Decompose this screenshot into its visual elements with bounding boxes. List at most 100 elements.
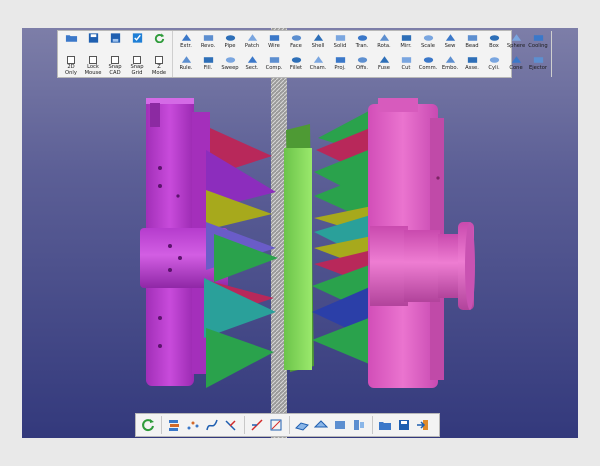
tool-ejector-button[interactable]: Ejector bbox=[527, 54, 549, 76]
cad-viewport-frame[interactable] bbox=[22, 28, 578, 438]
tool-tran-button[interactable]: Tran. bbox=[351, 32, 373, 54]
tool-sect-button[interactable]: Sect. bbox=[241, 54, 263, 76]
tool-fuse-button[interactable]: Fuse bbox=[373, 54, 395, 76]
refresh-button[interactable] bbox=[148, 32, 170, 54]
comm-icon bbox=[423, 57, 433, 63]
asse-icon bbox=[467, 57, 477, 63]
surface-button[interactable] bbox=[293, 416, 310, 434]
tool-offs-button[interactable]: Offs. bbox=[351, 54, 373, 76]
layers-button[interactable] bbox=[165, 416, 182, 434]
cut-icon bbox=[401, 57, 411, 63]
checkbox-lock-mouse[interactable] bbox=[89, 56, 97, 64]
tool-embo-button[interactable]: Embo. bbox=[439, 54, 461, 76]
fill-icon bbox=[203, 57, 213, 63]
rule-icon bbox=[181, 56, 191, 63]
tool-bead-button[interactable]: Bead bbox=[461, 32, 483, 54]
checkbox-snap-grid[interactable] bbox=[133, 56, 141, 64]
save-button[interactable] bbox=[395, 416, 412, 434]
solid-tools-group: Extr. Rule. Revo. Fill. Pipe Sweep Patch Sect. W… bbox=[173, 31, 552, 77]
tool-cooling-button[interactable]: Cooling bbox=[527, 32, 549, 54]
fillet-icon bbox=[291, 57, 301, 63]
tool-label: Fuse bbox=[378, 65, 390, 71]
checkbox-snap-cad[interactable] bbox=[111, 56, 119, 64]
toggle-label: CAD bbox=[109, 70, 121, 76]
layers-icon bbox=[168, 420, 179, 431]
solid-button[interactable] bbox=[331, 416, 348, 434]
exit-button[interactable] bbox=[414, 416, 431, 434]
tool-label: Cyli. bbox=[488, 65, 500, 71]
tool-rota-button[interactable]: Rota. bbox=[373, 32, 395, 54]
tool-extr-button[interactable]: Extr. bbox=[175, 32, 197, 54]
toggle-snap-grid[interactable]: Snap Grid bbox=[126, 54, 148, 76]
tool-proj-button[interactable]: Proj. bbox=[329, 54, 351, 76]
tool-label: Ejector bbox=[528, 65, 548, 71]
toggle-snap-cad[interactable]: Snap CAD bbox=[104, 54, 126, 76]
tool-box-button[interactable]: Box bbox=[483, 32, 505, 54]
tool-cyli-button[interactable]: Cyli. bbox=[483, 54, 505, 76]
check-button[interactable] bbox=[126, 32, 148, 54]
tool-label: Sweep bbox=[221, 65, 239, 71]
curve-button[interactable] bbox=[203, 416, 220, 434]
checkbox-z-mode[interactable] bbox=[155, 56, 163, 64]
open-folder-button[interactable] bbox=[376, 416, 393, 434]
tool-sweep-button[interactable]: Sweep bbox=[219, 54, 241, 76]
tool-cone-button[interactable]: Cone bbox=[505, 54, 527, 76]
tool-label: Offs. bbox=[355, 65, 368, 71]
tool-fillet-button[interactable]: Fillet bbox=[285, 54, 307, 76]
save-as-button[interactable] bbox=[104, 32, 126, 54]
tool-label: Cham. bbox=[309, 65, 327, 71]
tool-comp-button[interactable]: Comp. bbox=[263, 54, 285, 76]
tool-wire-button[interactable]: Wire bbox=[263, 32, 285, 54]
pipe-icon bbox=[225, 35, 235, 41]
toggle-label: Mode bbox=[151, 70, 167, 76]
tool-label: Cut bbox=[401, 65, 411, 71]
open-folder-icon bbox=[65, 35, 77, 42]
tool-solid-button[interactable]: Solid bbox=[329, 32, 351, 54]
tool-comm-button[interactable]: Comm. bbox=[417, 54, 439, 76]
green-plate bbox=[284, 124, 314, 372]
toggle-lock-mouse[interactable]: Lock Mouse bbox=[82, 54, 104, 76]
tool-mirr-button[interactable]: Mirr. bbox=[395, 32, 417, 54]
tool-pipe-button[interactable]: Pipe bbox=[219, 32, 241, 54]
tool-revo-button[interactable]: Revo. bbox=[197, 32, 219, 54]
tool-label: Sphere bbox=[506, 43, 526, 49]
sew-icon bbox=[445, 34, 455, 41]
toolbar-separator bbox=[244, 416, 245, 434]
tool-label: Solid bbox=[333, 43, 347, 49]
tool-patch-button[interactable]: Patch bbox=[241, 32, 263, 54]
tran-icon bbox=[357, 35, 367, 41]
mesh-button[interactable] bbox=[312, 416, 329, 434]
tool-label: Bead bbox=[465, 43, 479, 49]
refresh-button[interactable] bbox=[139, 416, 156, 434]
tool-cham-button[interactable]: Cham. bbox=[307, 54, 329, 76]
measure-button[interactable] bbox=[267, 416, 284, 434]
tool-asse-button[interactable]: Asse. bbox=[461, 54, 483, 76]
tool-label: Comp. bbox=[265, 65, 283, 71]
tool-sew-button[interactable]: Sew bbox=[439, 32, 461, 54]
trim-button[interactable] bbox=[222, 416, 239, 434]
file-tools-group: 2D Only Lock Mouse Snap CAD Snap Grid Z Mode bbox=[58, 31, 173, 77]
tool-cut-button[interactable]: Cut bbox=[395, 54, 417, 76]
save-as-icon bbox=[110, 33, 120, 43]
tool-scale-button[interactable]: Scale bbox=[417, 32, 439, 54]
tool-label: Sect. bbox=[245, 65, 259, 71]
tool-fill-button[interactable]: Fill. bbox=[197, 54, 219, 76]
tool-rule-button[interactable]: Rule. bbox=[175, 54, 197, 76]
toggle-label: Mouse bbox=[84, 70, 102, 76]
left-cones bbox=[204, 128, 278, 388]
open-folder-button[interactable] bbox=[60, 32, 82, 54]
toggle-z-mode[interactable]: Z Mode bbox=[148, 54, 170, 76]
toggle-2d-only[interactable]: 2D Only bbox=[60, 54, 82, 76]
tool-sphere-button[interactable]: Sphere bbox=[505, 32, 527, 54]
tool-label: Sew bbox=[444, 43, 456, 49]
cad-3d-viewport[interactable] bbox=[22, 28, 578, 438]
assembly-button[interactable] bbox=[350, 416, 367, 434]
tool-face-button[interactable]: Face bbox=[285, 32, 307, 54]
save-button[interactable] bbox=[82, 32, 104, 54]
curve-icon bbox=[205, 419, 218, 431]
proj-icon bbox=[335, 57, 345, 63]
checkbox-2d-only[interactable] bbox=[67, 56, 75, 64]
points-button[interactable] bbox=[184, 416, 201, 434]
tool-shell-button[interactable]: Shell bbox=[307, 32, 329, 54]
extend-button[interactable] bbox=[248, 416, 265, 434]
